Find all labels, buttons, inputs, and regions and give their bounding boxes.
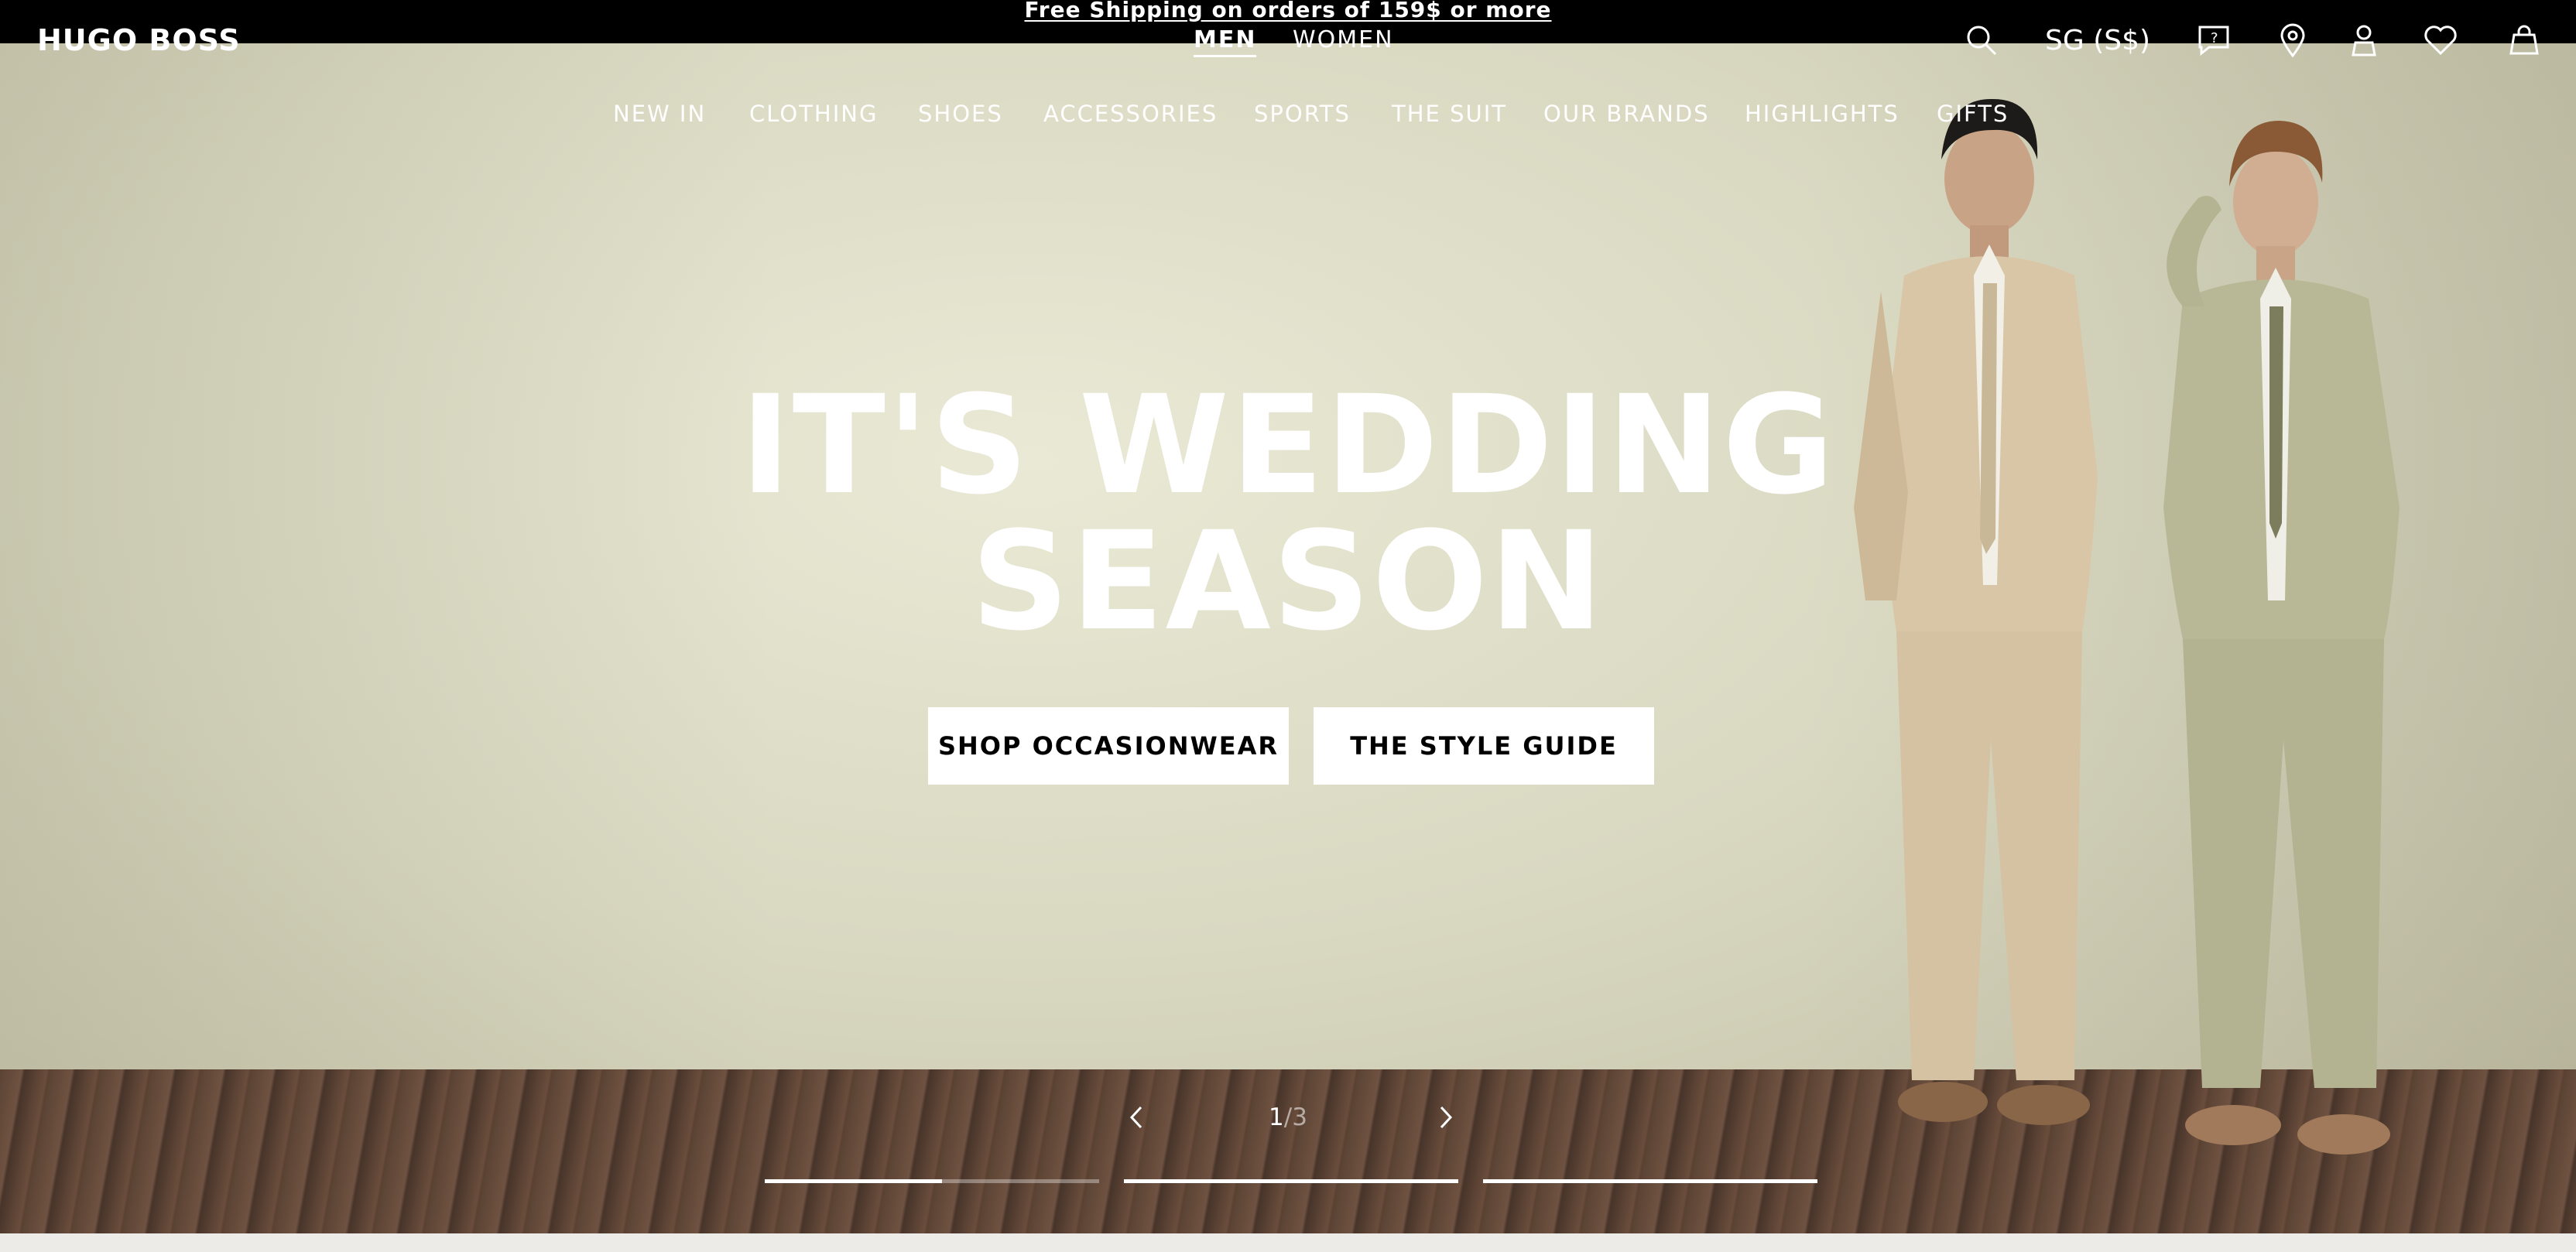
nav-item-clothing[interactable]: CLOTHING: [749, 101, 878, 127]
search-icon[interactable]: [1963, 22, 2000, 59]
slide-progress-fill: [1124, 1179, 1458, 1183]
slide-current: 1: [1269, 1103, 1284, 1131]
nav-item-new-in[interactable]: NEW IN: [613, 101, 706, 127]
promo-bar: Free Shipping on orders of 159$ or more: [0, 0, 2576, 43]
store-locator-icon[interactable]: [2274, 22, 2311, 59]
nav-item-highlights[interactable]: HIGHLIGHTS: [1745, 101, 1899, 127]
nav-item-accessories[interactable]: ACCESSORIES: [1043, 101, 1218, 127]
nav-item-sports[interactable]: SPORTS: [1254, 101, 1351, 127]
tab-women[interactable]: WOMEN: [1293, 26, 1394, 53]
slide-progress-2[interactable]: [1124, 1179, 1458, 1183]
slide-progress-fill: [765, 1179, 942, 1183]
nav-item-gifts[interactable]: GIFTS: [1937, 101, 2009, 127]
slide-total: 3: [1292, 1103, 1307, 1131]
style-guide-button[interactable]: THE STYLE GUIDE: [1314, 707, 1654, 785]
nav-item-the-suit[interactable]: THE SUIT: [1392, 101, 1507, 127]
account-icon[interactable]: [2345, 22, 2382, 59]
bag-icon[interactable]: [2505, 22, 2543, 59]
nav-item-shoes[interactable]: SHOES: [918, 101, 1003, 127]
slide-progress-fill: [1483, 1179, 1817, 1183]
wishlist-icon[interactable]: [2421, 22, 2460, 59]
slider-prev-button[interactable]: [1121, 1102, 1152, 1133]
brand-logo[interactable]: HUGO BOSS: [37, 23, 241, 57]
currency-selector[interactable]: SG (S$): [2045, 25, 2150, 56]
svg-text:?: ?: [2211, 30, 2218, 46]
free-shipping-link[interactable]: Free Shipping on orders of 159$ or more: [1024, 0, 1551, 22]
hero-headline: IT'S WEDDING SEASON: [669, 378, 1907, 650]
headline-line-2: SEASON: [971, 502, 1605, 661]
slide-counter: 1/3: [1238, 1103, 1338, 1131]
nav-item-our-brands[interactable]: OUR BRANDS: [1543, 101, 1710, 127]
model-right: [2163, 121, 2400, 1155]
slide-progress-1[interactable]: [765, 1179, 1099, 1183]
help-chat-icon[interactable]: ?: [2195, 22, 2232, 59]
headline-line-1: IT'S WEDDING: [740, 366, 1836, 525]
slide-progress-3[interactable]: [1483, 1179, 1817, 1183]
shop-occasionwear-button[interactable]: SHOP OCCASIONWEAR: [928, 707, 1289, 785]
tab-men[interactable]: MEN: [1194, 26, 1257, 57]
slider-next-button[interactable]: [1430, 1102, 1461, 1133]
slide-separator: /: [1283, 1103, 1293, 1131]
